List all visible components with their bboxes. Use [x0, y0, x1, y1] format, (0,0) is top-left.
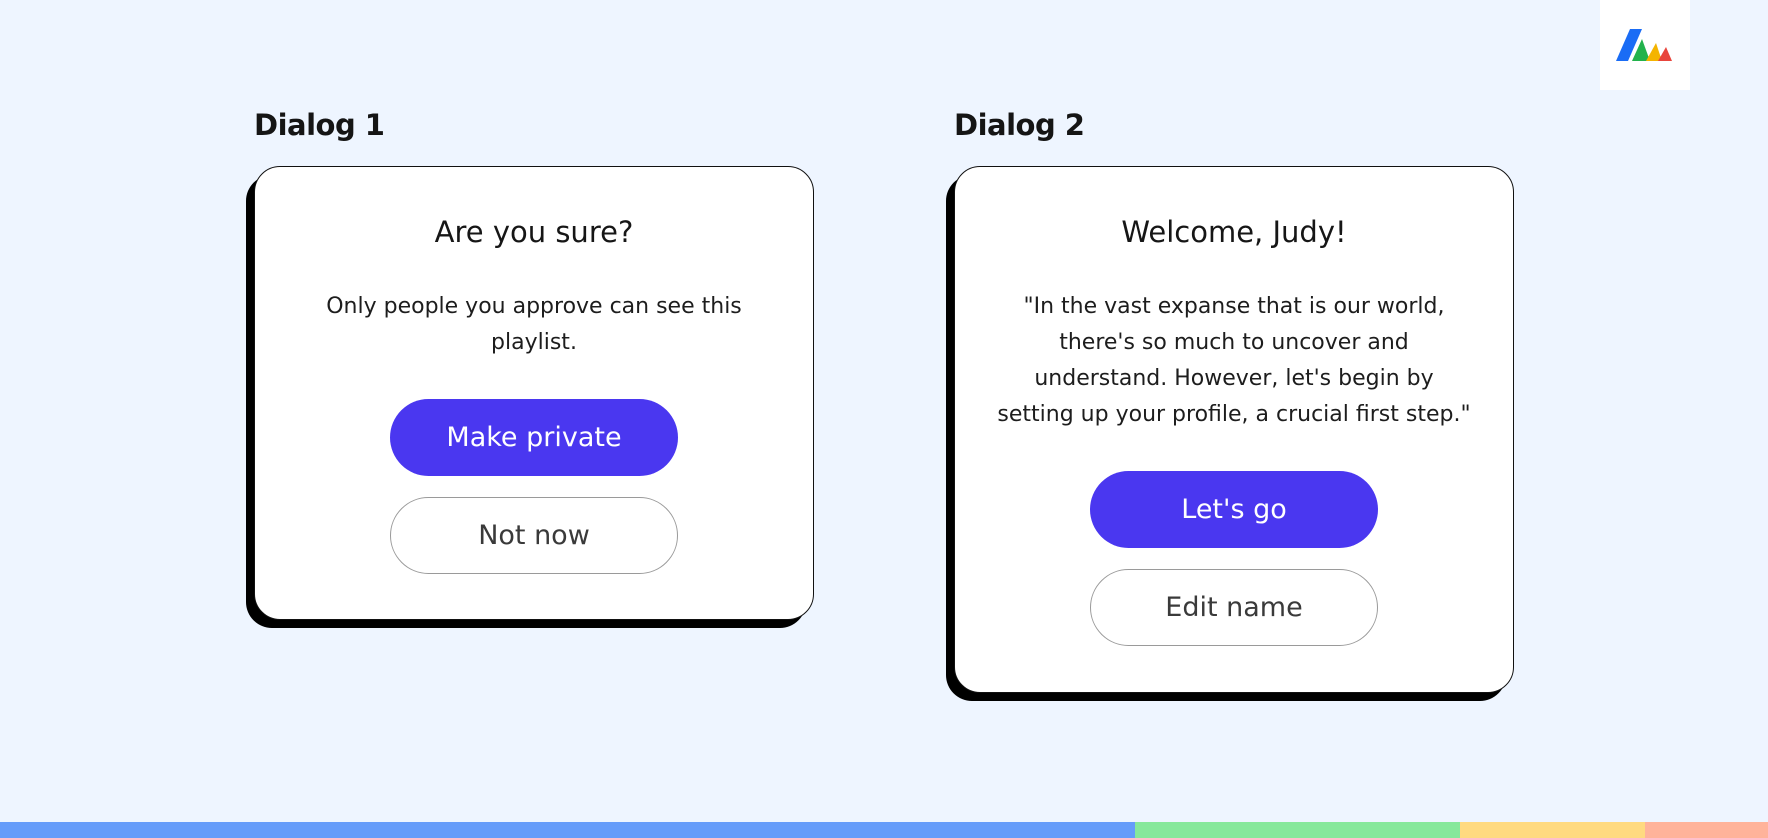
bottom-bar-segment-yellow [1460, 822, 1645, 838]
dialog-2-message: "In the vast expanse that is our world, … [997, 289, 1470, 433]
page: Dialog 1 Are you sure? Only people you a… [0, 0, 1768, 838]
not-now-button[interactable]: Not now [390, 497, 678, 574]
dialog-2-label: Dialog 2 [954, 108, 1085, 142]
bottom-color-bar [0, 822, 1768, 838]
bottom-bar-segment-green [1135, 822, 1460, 838]
dialog-2-title: Welcome, Judy! [1121, 215, 1347, 249]
dialog-2-message-line: setting up your profile, a crucial first… [997, 402, 1471, 427]
dialog-1-message-line: playlist. [491, 330, 577, 355]
bottom-bar-segment-orange [1645, 822, 1768, 838]
dialog-1-message: Only people you approve can see this pla… [326, 289, 742, 361]
dialog-2: Welcome, Judy! "In the vast expanse that… [954, 166, 1514, 693]
make-private-button[interactable]: Make private [390, 399, 678, 476]
dialog-1-label: Dialog 1 [254, 108, 385, 142]
dialog-2-message-line: there's so much to uncover and [1059, 330, 1409, 355]
dialog-2-message-line: "In the vast expanse that is our world, [1023, 294, 1445, 319]
bottom-bar-segment-blue [0, 822, 1135, 838]
lets-go-button[interactable]: Let's go [1090, 471, 1378, 548]
brand-logo-icon [1616, 29, 1672, 61]
dialog-1-message-line: Only people you approve can see this [326, 294, 742, 319]
dialog-1-title: Are you sure? [434, 215, 634, 249]
edit-name-button[interactable]: Edit name [1090, 569, 1378, 646]
dialog-2-message-line: understand. However, let's begin by [1034, 366, 1434, 391]
dialog-1: Are you sure? Only people you approve ca… [254, 166, 814, 620]
brand-logo [1600, 0, 1690, 90]
